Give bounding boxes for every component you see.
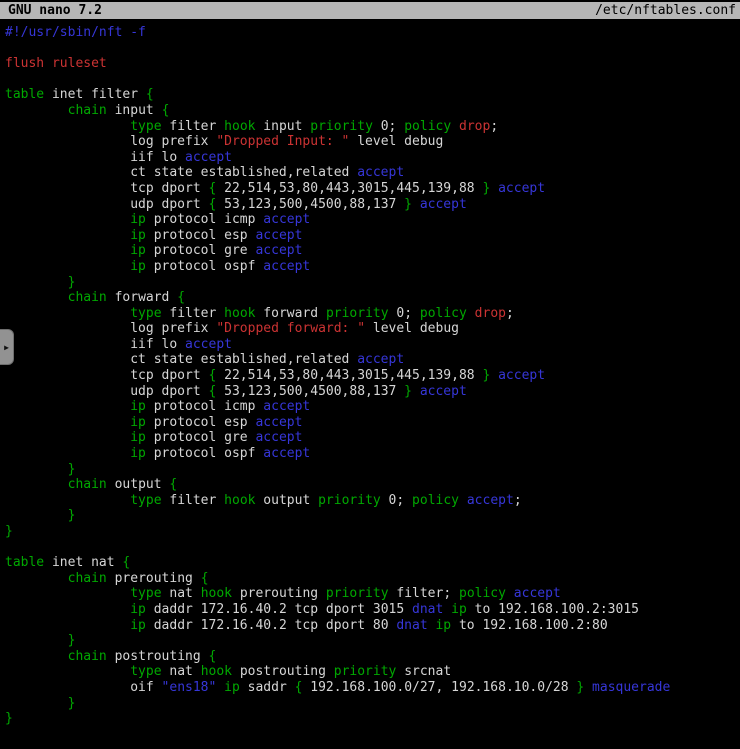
code-line: type filter hook forward priority 0; pol… (5, 306, 740, 322)
chevron-right-icon: ▶ (4, 343, 9, 352)
code-line: udp dport { 53,123,500,4500,88,137 } acc… (5, 384, 740, 400)
code-line: iif lo accept (5, 150, 740, 166)
code-line: chain prerouting { (5, 571, 740, 587)
code-line: type filter hook input priority 0; polic… (5, 119, 740, 135)
code-line: table inet nat { (5, 555, 740, 571)
code-line: ip protocol icmp accept (5, 399, 740, 415)
editor-lines: #!/usr/sbin/nft -f flush ruleset table i… (5, 25, 740, 727)
code-line: } (5, 696, 740, 712)
code-line: tcp dport { 22,514,53,80,443,3015,445,13… (5, 368, 740, 384)
code-line: ip protocol gre accept (5, 430, 740, 446)
code-line: ip protocol esp accept (5, 415, 740, 431)
code-line: } (5, 275, 740, 291)
code-line: log prefix "Dropped forward: " level deb… (5, 321, 740, 337)
code-line (5, 41, 740, 57)
code-line: iif lo accept (5, 337, 740, 353)
code-line: chain forward { (5, 290, 740, 306)
code-line: ip protocol ospf accept (5, 259, 740, 275)
code-line: ip protocol gre accept (5, 243, 740, 259)
code-line (5, 540, 740, 556)
code-line: } (5, 711, 740, 727)
code-line: ip protocol icmp accept (5, 212, 740, 228)
code-line: ct state established,related accept (5, 352, 740, 368)
editor-area[interactable]: #!/usr/sbin/nft -f flush ruleset table i… (0, 19, 740, 727)
code-line: type nat hook prerouting priority filter… (5, 586, 740, 602)
code-line: table inet filter { (5, 87, 740, 103)
terminal-window: GNU nano 7.2 /etc/nftables.conf #!/usr/s… (0, 0, 740, 749)
code-line: } (5, 508, 740, 524)
code-line (5, 72, 740, 88)
open-file-path: /etc/nftables.conf (595, 2, 740, 19)
code-line: oif "ens18" ip saddr { 192.168.100.0/27,… (5, 680, 740, 696)
side-panel-toggle[interactable]: ▶ (0, 329, 14, 365)
code-line: chain input { (5, 103, 740, 119)
code-line: ct state established,related accept (5, 165, 740, 181)
code-line: chain postrouting { (5, 649, 740, 665)
code-line: tcp dport { 22,514,53,80,443,3015,445,13… (5, 181, 740, 197)
code-line: ip daddr 172.16.40.2 tcp dport 3015 dnat… (5, 602, 740, 618)
nano-titlebar: GNU nano 7.2 /etc/nftables.conf (0, 2, 740, 19)
nano-version-label: GNU nano 7.2 (0, 2, 102, 19)
code-line: chain output { (5, 477, 740, 493)
code-line: log prefix "Dropped Input: " level debug (5, 134, 740, 150)
code-line: flush ruleset (5, 56, 740, 72)
code-line: udp dport { 53,123,500,4500,88,137 } acc… (5, 197, 740, 213)
code-line: #!/usr/sbin/nft -f (5, 25, 740, 41)
code-line: } (5, 524, 740, 540)
code-line: ip daddr 172.16.40.2 tcp dport 80 dnat i… (5, 618, 740, 634)
code-line: type filter hook output priority 0; poli… (5, 493, 740, 509)
code-line: ip protocol esp accept (5, 228, 740, 244)
code-line: } (5, 633, 740, 649)
code-line: type nat hook postrouting priority srcna… (5, 664, 740, 680)
code-line: } (5, 462, 740, 478)
code-line: ip protocol ospf accept (5, 446, 740, 462)
